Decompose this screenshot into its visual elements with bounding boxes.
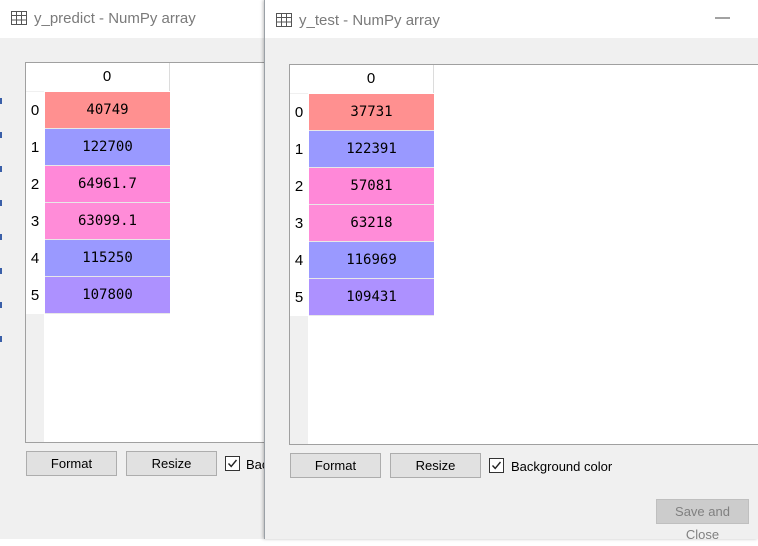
row-index[interactable]: 3 — [290, 205, 308, 242]
table-icon — [276, 13, 292, 27]
row-index[interactable]: 0 — [26, 92, 44, 129]
window-title: y_predict - NumPy array — [34, 10, 196, 27]
column-header-0[interactable]: 0 — [309, 65, 434, 93]
y-test-window: y_test - NumPy array — 0 0 1 2 3 4 5 377… — [264, 0, 758, 542]
resize-button[interactable]: Resize — [390, 453, 481, 478]
checkmark-icon — [491, 461, 502, 470]
row-index[interactable]: 5 — [290, 279, 308, 316]
window-title: y_test - NumPy array — [299, 12, 440, 29]
checkmark-icon — [227, 459, 238, 468]
row-index[interactable]: 5 — [26, 277, 44, 314]
row-index[interactable]: 2 — [290, 168, 308, 205]
array-cell[interactable]: 64961.7 — [45, 166, 170, 203]
row-index[interactable]: 2 — [26, 166, 44, 203]
array-grid[interactable]: 0 0 1 2 3 4 5 37731 122391 57081 63218 1… — [289, 64, 758, 445]
row-index[interactable]: 1 — [290, 131, 308, 168]
array-cell[interactable]: 122391 — [309, 131, 434, 168]
array-cell[interactable]: 116969 — [309, 242, 434, 279]
save-and-close-button[interactable]: Save and Close — [656, 499, 749, 542]
array-cell[interactable]: 122700 — [45, 129, 170, 166]
row-index[interactable]: 3 — [26, 203, 44, 240]
array-cell[interactable]: 63218 — [309, 205, 434, 242]
background-color-checkbox[interactable] — [225, 456, 240, 471]
y-predict-titlebar[interactable]: y_predict - NumPy array — [0, 0, 264, 38]
column-header-0[interactable]: 0 — [45, 63, 170, 91]
row-index[interactable]: 4 — [26, 240, 44, 277]
array-cell[interactable]: 37731 — [309, 94, 434, 131]
row-index[interactable]: 0 — [290, 94, 308, 131]
minimize-icon[interactable]: — — [715, 9, 730, 26]
array-cell[interactable]: 107800 — [45, 277, 170, 314]
edge-marker-strip — [0, 40, 2, 539]
array-cell[interactable]: 63099.1 — [45, 203, 170, 240]
table-icon — [11, 11, 27, 25]
y-predict-window: y_predict - NumPy array 0 0 1 2 3 4 5 40… — [0, 0, 270, 539]
background-color-checkbox[interactable] — [489, 458, 504, 473]
row-index[interactable]: 4 — [290, 242, 308, 279]
array-grid[interactable]: 0 0 1 2 3 4 5 40749 122700 64961.7 63099… — [25, 62, 270, 443]
resize-button[interactable]: Resize — [126, 451, 217, 476]
row-index[interactable]: 1 — [26, 129, 44, 166]
corner-cell — [290, 65, 308, 93]
corner-cell — [26, 63, 44, 91]
y-test-titlebar[interactable]: y_test - NumPy array — — [265, 0, 758, 38]
array-cell[interactable]: 115250 — [45, 240, 170, 277]
format-button[interactable]: Format — [26, 451, 117, 476]
array-cell[interactable]: 40749 — [45, 92, 170, 129]
format-button[interactable]: Format — [290, 453, 381, 478]
background-color-label: Background color — [511, 459, 613, 474]
array-cell[interactable]: 109431 — [309, 279, 434, 316]
array-cell[interactable]: 57081 — [309, 168, 434, 205]
